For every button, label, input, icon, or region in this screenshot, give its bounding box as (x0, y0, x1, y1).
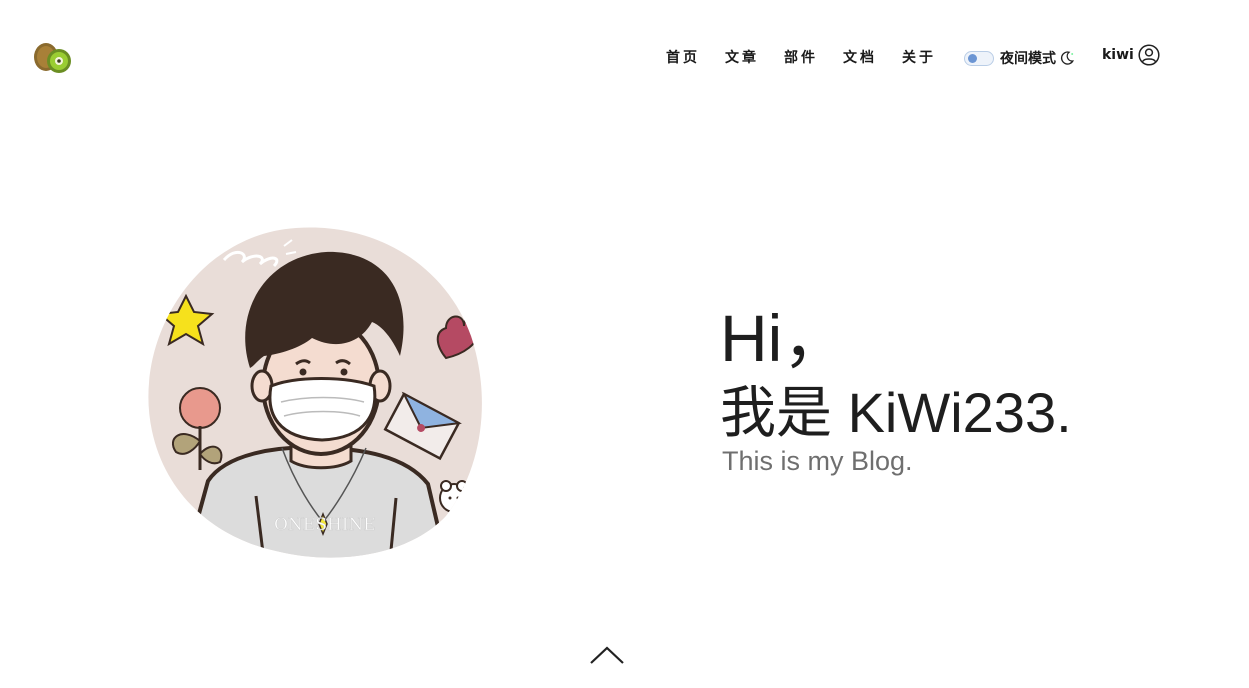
avatar-illustration: ONESHINE (148, 227, 482, 558)
hero-intro: 我是 KiWi233. (720, 382, 1072, 444)
shirt-text: ONESHINE (274, 515, 376, 535)
switch-knob (968, 53, 977, 63)
nav-item-home[interactable]: 首页 (666, 46, 700, 70)
kiwi-logo-icon[interactable] (33, 42, 75, 74)
nav-item-articles[interactable]: 文章 (725, 46, 759, 70)
hero-section: Hi， 我是 KiWi233. This is my Blog. (720, 298, 1072, 477)
main-nav: 首页 文章 部件 文档 关于 夜间模式 (666, 46, 1075, 70)
night-mode-toggle[interactable]: 夜间模式 (964, 48, 1075, 68)
hero-intro-prefix: 我是 (720, 381, 848, 444)
moon-icon (1060, 51, 1075, 65)
night-mode-label: 夜间模式 (1000, 51, 1056, 67)
nav-item-widgets[interactable]: 部件 (784, 46, 818, 70)
user-name: kiwi (1102, 47, 1134, 63)
user-circle-icon (1138, 44, 1160, 66)
hero-name: KiWi233 (847, 381, 1057, 444)
page: 首页 文章 部件 文档 关于 夜间模式 kiwi ONESHINE Hi， 我是… (0, 0, 1249, 688)
chevron-up-icon[interactable] (589, 644, 625, 666)
nav-item-docs[interactable]: 文档 (843, 46, 877, 70)
nav-item-about[interactable]: 关于 (902, 46, 936, 70)
hero-subtitle: This is my Blog. (722, 446, 913, 476)
night-mode-switch[interactable] (964, 50, 994, 66)
hero-intro-suffix: . (1056, 381, 1072, 444)
hero-greeting: Hi， (720, 301, 849, 375)
user-menu[interactable]: kiwi (1102, 44, 1160, 66)
